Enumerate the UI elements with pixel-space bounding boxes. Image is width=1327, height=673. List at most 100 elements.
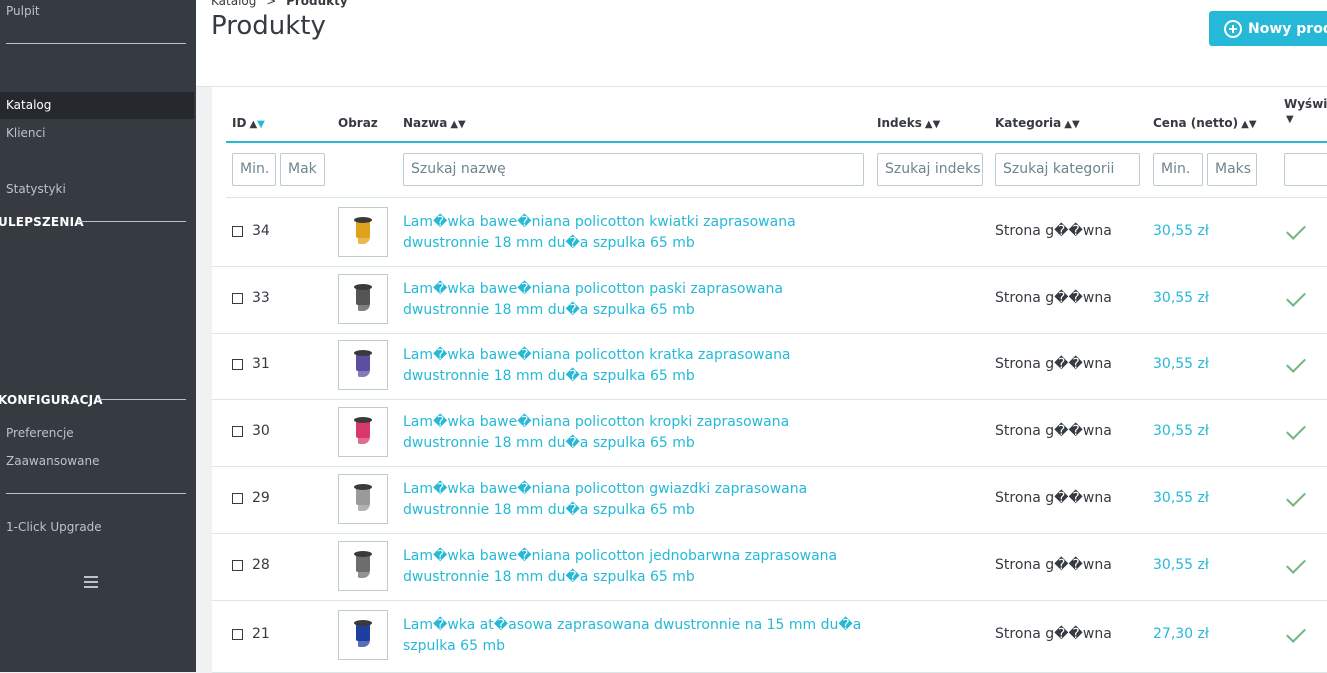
new-product-button[interactable]: Nowy produ [1209, 11, 1327, 46]
row-id: 31 [252, 356, 270, 372]
product-category: Strona g��wna [995, 556, 1112, 573]
column-label: Wyświe [1284, 97, 1327, 111]
product-price[interactable]: 30,55 zł [1153, 223, 1209, 239]
product-price[interactable]: 30,55 zł [1153, 290, 1209, 306]
sidebar-item-preferencje[interactable]: Preferencje [6, 426, 74, 440]
product-name-link[interactable]: Lam�wka bawe�niana policotton kwiatki za… [403, 212, 873, 254]
new-product-label: Nowy produ [1248, 20, 1327, 37]
table-row[interactable]: 33 Lam�wka bawe�niana policotton paski za… [212, 266, 1327, 334]
product-name-link[interactable]: Lam�wka bawe�niana policotton paski zapr… [403, 279, 873, 321]
product-price[interactable]: 30,55 zł [1153, 423, 1209, 439]
row-checkbox[interactable] [232, 559, 243, 571]
row-checkbox[interactable] [232, 292, 243, 304]
enabled-check-icon[interactable] [1286, 623, 1306, 643]
sidebar-divider [78, 221, 186, 222]
sidebar-divider [98, 399, 186, 400]
column-header-index[interactable]: Indeks ▲▼ [877, 116, 940, 130]
filter-name-input[interactable]: Szukaj nazwę [403, 153, 864, 186]
ribbon-spool-image [354, 483, 372, 514]
product-thumbnail[interactable] [338, 610, 388, 660]
row-checkbox[interactable] [232, 629, 243, 640]
column-header-name[interactable]: Nazwa ▲▼ [403, 116, 466, 130]
product-category: Strona g��wna [995, 289, 1112, 306]
sort-desc-icon[interactable]: ▼ [458, 119, 466, 130]
row-id: 34 [252, 222, 270, 239]
filter-index-input[interactable]: Szukaj indeks [877, 153, 983, 186]
filter-id-max[interactable]: Mak [280, 153, 325, 186]
sort-asc-icon[interactable]: ▲ [450, 119, 458, 130]
table-row[interactable]: 30 Lam�wka bawe�niana policotton kropki z… [212, 399, 1327, 467]
product-price[interactable]: 30,55 zł [1153, 557, 1209, 573]
enabled-check-icon[interactable] [1286, 486, 1306, 507]
enabled-check-icon[interactable] [1286, 553, 1306, 574]
enabled-check-icon[interactable] [1286, 286, 1306, 307]
product-name-link[interactable]: Lam�wka bawe�niana policotton gwiazdki z… [403, 479, 873, 521]
sort-asc-icon[interactable]: ▲ [249, 119, 257, 130]
column-header-id[interactable]: ID ▲▼ [232, 116, 265, 130]
sidebar-item-1-click-upgrade[interactable]: 1-Click Upgrade [6, 520, 102, 534]
product-name-link[interactable]: Lam�wka bawe�niana policotton kropki zap… [403, 412, 873, 454]
sidebar-item-pulpit[interactable]: Pulpit [6, 4, 40, 18]
product-thumbnail[interactable] [338, 406, 388, 457]
filter-price-max[interactable]: Maks [1207, 153, 1257, 186]
product-category: Strona g��wna [995, 222, 1112, 239]
product-name-link[interactable]: Lam�wka at�asowa zaprasowana dwustronnie… [403, 615, 873, 657]
sort-asc-icon[interactable]: ▲ [1064, 119, 1072, 130]
sort-desc-icon[interactable]: ▼ [257, 119, 265, 130]
column-header-price[interactable]: Cena (netto) ▲▼ [1153, 116, 1257, 130]
column-label: Nazwa [403, 116, 448, 130]
row-id: 30 [252, 422, 270, 439]
sidebar-divider [6, 493, 186, 494]
column-header-category[interactable]: Kategoria ▲▼ [995, 116, 1080, 130]
enabled-check-icon[interactable] [1286, 419, 1306, 440]
ribbon-spool-image [354, 550, 372, 581]
product-thumbnail[interactable] [338, 540, 388, 591]
ribbon-spool-image [354, 216, 372, 247]
product-category: Strona g��wna [995, 489, 1112, 506]
sort-asc-icon[interactable]: ▲ [925, 119, 933, 130]
product-price[interactable]: 27,30 zł [1153, 626, 1209, 642]
enabled-check-icon[interactable] [1286, 219, 1306, 240]
enabled-check-icon[interactable] [1286, 353, 1306, 373]
row-checkbox[interactable] [232, 225, 243, 237]
table-row[interactable]: 21 Lam�wka at�asowa zaprasowana dwustronn… [212, 600, 1327, 673]
sort-desc-icon[interactable]: ▼ [1249, 119, 1257, 130]
breadcrumb-parent[interactable]: Katalog [211, 0, 256, 8]
product-name-link[interactable]: Lam�wka bawe�niana policotton jednobarwn… [403, 546, 873, 588]
sidebar-section-ulepszenia: ULEPSZENIA [0, 215, 84, 229]
filter-price-min[interactable]: Min. [1153, 153, 1203, 186]
menu-toggle-icon[interactable] [84, 576, 98, 591]
column-label: ID [232, 116, 247, 130]
row-checkbox[interactable] [232, 492, 243, 504]
sort-desc-icon[interactable]: ▼ [1072, 119, 1080, 130]
filter-display-select[interactable] [1284, 153, 1327, 186]
table-row[interactable]: 34 Lam�wka bawe�niana policotton kwiatki … [212, 199, 1327, 267]
product-thumbnail[interactable] [338, 473, 388, 524]
product-price[interactable]: 30,55 zł [1153, 490, 1209, 506]
sidebar-item-klienci[interactable]: Klienci [6, 126, 45, 140]
column-header-display[interactable]: Wyświe ▼ [1284, 97, 1327, 125]
table-row[interactable]: 31 Lam�wka bawe�niana policotton kratka z… [212, 333, 1327, 400]
row-id: 28 [252, 556, 270, 573]
sidebar-item-katalog[interactable]: Katalog [0, 92, 194, 119]
row-checkbox[interactable] [232, 425, 243, 437]
filter-category-input[interactable]: Szukaj kategorii [995, 153, 1140, 186]
filter-id-min[interactable]: Min. [232, 153, 276, 186]
sidebar-item-zaawansowane[interactable]: Zaawansowane [6, 454, 99, 468]
sidebar-section-konfiguracja: KONFIGURACJA [0, 393, 103, 407]
product-thumbnail[interactable] [338, 206, 388, 257]
sidebar-item-statystyki[interactable]: Statystyki [6, 182, 66, 196]
row-checkbox[interactable] [232, 359, 243, 370]
product-thumbnail[interactable] [338, 273, 388, 324]
product-price[interactable]: 30,55 zł [1153, 356, 1209, 372]
table-row[interactable]: 28 Lam�wka bawe�niana policotton jednobar… [212, 533, 1327, 601]
ribbon-spool-image [354, 416, 372, 447]
table-row[interactable]: 29 Lam�wka bawe�niana policotton gwiazdki… [212, 466, 1327, 534]
product-thumbnail[interactable] [338, 340, 388, 390]
product-name-link[interactable]: Lam�wka bawe�niana policotton kratka zap… [403, 345, 873, 387]
sort-desc-icon[interactable]: ▼ [1286, 114, 1294, 125]
sidebar-divider [6, 43, 186, 44]
column-label: Cena (netto) [1153, 116, 1239, 130]
sort-desc-icon[interactable]: ▼ [933, 119, 941, 130]
sort-asc-icon[interactable]: ▲ [1241, 119, 1249, 130]
